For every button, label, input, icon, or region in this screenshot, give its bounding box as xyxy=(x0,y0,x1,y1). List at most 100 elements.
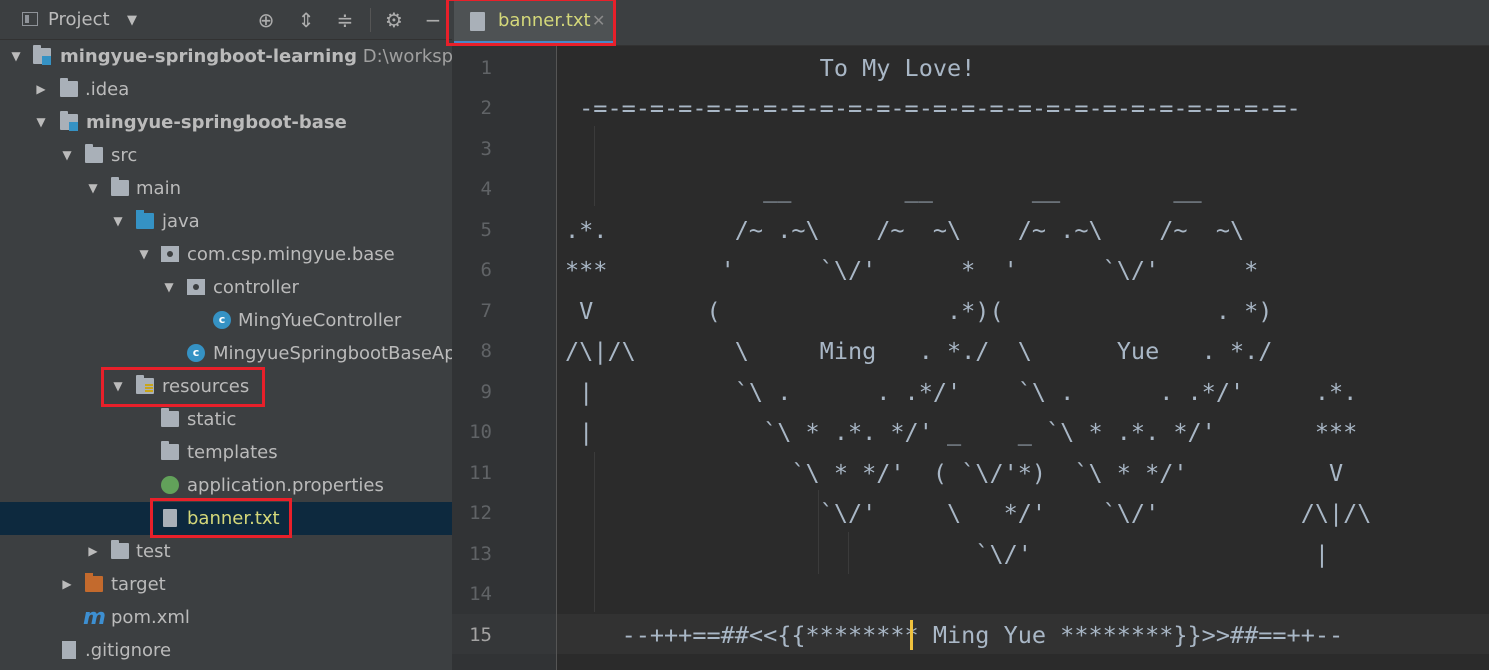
line-number: 10 xyxy=(469,421,492,443)
tree-item-controller[interactable]: ▼ controller xyxy=(0,271,452,304)
tree-item-path: D:\workspace xyxy=(362,46,452,67)
spring-boot-class-icon: c xyxy=(187,344,205,362)
tree-item-label: mingyue-springboot-learning xyxy=(60,46,357,67)
tree-item-templates[interactable]: templates xyxy=(0,436,452,469)
gitignore-file-icon xyxy=(62,641,76,659)
module-folder-icon xyxy=(33,45,51,65)
code-line[interactable]: | `\ . . .*/' `\ . . .*/' .*. xyxy=(565,378,1357,406)
code-line[interactable]: `\ * */' ( `\/'*) `\ * */' V xyxy=(565,459,1343,487)
tree-item-label: static xyxy=(187,409,237,430)
code-line[interactable]: `\/' | xyxy=(565,540,1329,568)
chevron-down-icon[interactable]: ▼ xyxy=(127,13,137,28)
highlight-box-tab xyxy=(446,0,616,46)
tree-item-label: mingyue-springboot-base xyxy=(86,112,347,133)
line-number: 9 xyxy=(480,381,492,403)
line-number: 15 xyxy=(469,624,492,646)
chevron-down-icon[interactable]: ▼ xyxy=(33,106,49,139)
tree-item-idea[interactable]: ▶ .idea xyxy=(0,73,452,106)
chevron-down-icon[interactable]: ▼ xyxy=(110,205,126,238)
chevron-right-icon[interactable]: ▶ xyxy=(33,73,49,106)
chevron-right-icon[interactable]: ▶ xyxy=(59,568,75,601)
line-number: 8 xyxy=(480,340,492,362)
package-icon xyxy=(187,279,205,295)
tree-item-label: .idea xyxy=(85,79,130,100)
tree-item-label: test xyxy=(136,541,171,562)
spring-properties-icon xyxy=(161,476,179,494)
line-number: 7 xyxy=(480,300,492,322)
line-number: 6 xyxy=(480,259,492,281)
tree-item-test[interactable]: ▶ test xyxy=(0,535,452,568)
tree-item-main[interactable]: ▼ main xyxy=(0,172,452,205)
line-number: 14 xyxy=(469,583,492,605)
code-line[interactable]: -=-=-=-=-=-=-=-=-=-=-=-=-=-=-=-=-=-=-=-=… xyxy=(565,94,1301,122)
editor: banner.txt ✕ 1 2 3 4 5 6 7 8 9 10 11 12 … xyxy=(446,0,1489,670)
code-line[interactable]: /\|/\ \ Ming . *./ \ Yue . *./ xyxy=(565,337,1272,365)
tree-item-label: com.csp.mingyue.base xyxy=(187,244,395,265)
code-line[interactable]: .*. /~ .~\ /~ ~\ /~ .~\ /~ ~\ xyxy=(565,216,1244,244)
code-line[interactable]: *** ' `\/' * ' `\/' * xyxy=(565,256,1258,284)
folder-icon xyxy=(161,441,179,460)
tree-item-mingyue-springboot-learning[interactable]: ▼ mingyue-springboot-learning D:\workspa… xyxy=(0,40,452,73)
tree-item-mingyuecontroller[interactable]: c MingYueController xyxy=(0,304,452,337)
tree-item-label: pom.xml xyxy=(111,607,190,628)
line-number: 1 xyxy=(480,57,492,79)
toolbar-divider xyxy=(370,8,371,32)
folder-icon xyxy=(60,78,78,97)
project-view-icon xyxy=(22,12,38,26)
source-folder-icon xyxy=(136,210,154,229)
folder-icon xyxy=(111,177,129,196)
highlight-box-banner xyxy=(150,498,292,538)
code-line[interactable]: --+++==##<<{{******** Ming Yue ********}… xyxy=(565,621,1344,649)
chevron-down-icon[interactable]: ▼ xyxy=(59,139,75,172)
chevron-down-icon[interactable]: ▼ xyxy=(161,271,177,304)
code-line[interactable]: | `\ * .*. */' _ _ `\ * .*. */' *** xyxy=(565,418,1357,446)
project-panel-title[interactable]: Project xyxy=(48,9,110,30)
tree-item-label: .gitignore xyxy=(85,640,172,661)
folder-icon xyxy=(111,540,129,559)
folder-icon xyxy=(161,408,179,427)
code-line[interactable]: V ( .*)( . *) xyxy=(565,297,1272,325)
chevron-down-icon[interactable]: ▼ xyxy=(8,40,24,73)
package-icon xyxy=(161,246,179,262)
expand-all-icon[interactable]: ⇕ xyxy=(293,7,319,33)
line-number: 11 xyxy=(469,462,492,484)
line-number: 13 xyxy=(469,543,492,565)
gear-icon[interactable]: ⚙ xyxy=(381,7,407,33)
minimize-icon[interactable]: − xyxy=(420,7,446,33)
text-caret xyxy=(910,620,913,650)
module-folder-icon xyxy=(60,111,78,131)
tree-item-label: main xyxy=(136,178,181,199)
code-line[interactable]: `\/' \ */' `\/' /\|/\ xyxy=(565,499,1372,527)
chevron-down-icon[interactable]: ▼ xyxy=(85,172,101,205)
tree-item-label: templates xyxy=(187,442,278,463)
tree-item-mingyue-springboot-base[interactable]: ▼ mingyue-springboot-base xyxy=(0,106,452,139)
tree-item-label: controller xyxy=(213,277,299,298)
tree-item-static[interactable]: static xyxy=(0,403,452,436)
project-panel: Project ▼ ⊕ ⇕ ≑ ⚙ − ▼ mingyue-springboot… xyxy=(0,0,452,670)
locate-icon[interactable]: ⊕ xyxy=(253,7,279,33)
tree-item-java[interactable]: ▼ java xyxy=(0,205,452,238)
maven-icon: m xyxy=(83,605,106,630)
chevron-down-icon[interactable]: ▼ xyxy=(136,238,152,271)
folder-icon xyxy=(85,144,103,163)
collapse-all-icon[interactable]: ≑ xyxy=(332,7,358,33)
chevron-right-icon[interactable]: ▶ xyxy=(85,535,101,568)
tree-item-label: java xyxy=(162,211,200,232)
java-class-icon: c xyxy=(213,311,231,329)
tree-item-label: MingyueSpringbootBaseAp xyxy=(213,343,452,364)
code-line[interactable]: __ __ __ __ xyxy=(565,175,1202,203)
tree-item-package-base[interactable]: ▼ com.csp.mingyue.base xyxy=(0,238,452,271)
line-number: 2 xyxy=(480,97,492,119)
line-number: 5 xyxy=(480,219,492,241)
code-line[interactable]: To My Love! xyxy=(565,54,976,82)
tree-item-application-class[interactable]: c MingyueSpringbootBaseAp xyxy=(0,337,452,370)
line-number: 4 xyxy=(480,178,492,200)
highlight-box-resources xyxy=(101,367,265,407)
tree-item-pom-xml[interactable]: m pom.xml xyxy=(0,601,452,634)
gutter-divider xyxy=(556,46,557,670)
tree-item-src[interactable]: ▼ src xyxy=(0,139,452,172)
tree-item-target[interactable]: ▶ target xyxy=(0,568,452,601)
tree-item-gitignore[interactable]: .gitignore xyxy=(0,634,452,667)
excluded-folder-icon xyxy=(85,573,103,592)
line-number: 12 xyxy=(469,502,492,524)
